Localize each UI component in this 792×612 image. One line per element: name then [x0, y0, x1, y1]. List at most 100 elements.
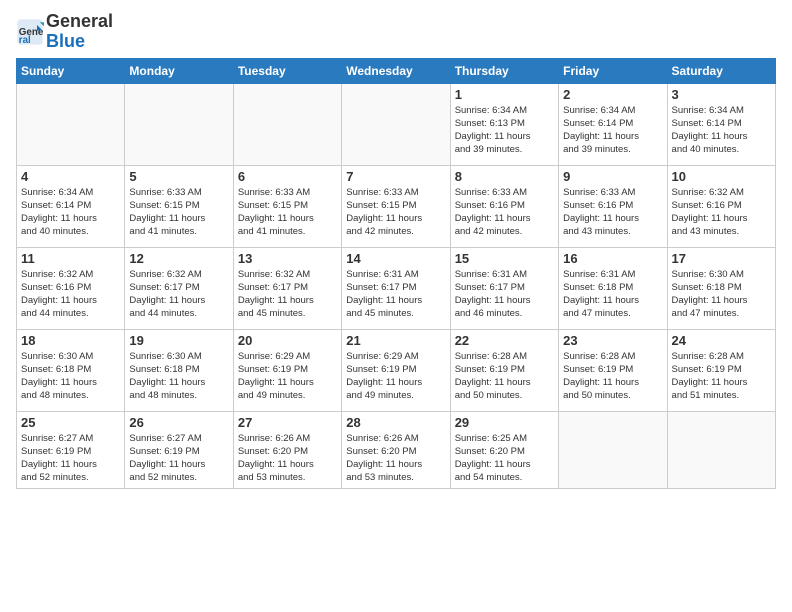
day-info: Sunrise: 6:27 AMSunset: 6:19 PMDaylight:… — [129, 432, 228, 485]
day-cell: 25 Sunrise: 6:27 AMSunset: 6:19 PMDayligh… — [17, 411, 125, 488]
day-cell: 13 Sunrise: 6:32 AMSunset: 6:17 PMDayligh… — [233, 247, 341, 329]
day-number: 2 — [563, 87, 662, 102]
day-info: Sunrise: 6:34 AMSunset: 6:13 PMDaylight:… — [455, 104, 554, 157]
day-info: Sunrise: 6:34 AMSunset: 6:14 PMDaylight:… — [21, 186, 120, 239]
day-cell: 10 Sunrise: 6:32 AMSunset: 6:16 PMDayligh… — [667, 165, 775, 247]
day-number: 18 — [21, 333, 120, 348]
day-number: 9 — [563, 169, 662, 184]
week-row-1: 1 Sunrise: 6:34 AMSunset: 6:13 PMDaylight… — [17, 83, 776, 165]
day-cell: 29 Sunrise: 6:25 AMSunset: 6:20 PMDayligh… — [450, 411, 558, 488]
day-number: 10 — [672, 169, 771, 184]
weekday-header-row: SundayMondayTuesdayWednesdayThursdayFrid… — [17, 58, 776, 83]
day-cell — [667, 411, 775, 488]
day-number: 22 — [455, 333, 554, 348]
day-number: 27 — [238, 415, 337, 430]
day-info: Sunrise: 6:33 AMSunset: 6:15 PMDaylight:… — [238, 186, 337, 239]
day-cell: 27 Sunrise: 6:26 AMSunset: 6:20 PMDayligh… — [233, 411, 341, 488]
week-row-5: 25 Sunrise: 6:27 AMSunset: 6:19 PMDayligh… — [17, 411, 776, 488]
day-cell — [559, 411, 667, 488]
day-cell: 4 Sunrise: 6:34 AMSunset: 6:14 PMDaylight… — [17, 165, 125, 247]
day-number: 12 — [129, 251, 228, 266]
day-number: 4 — [21, 169, 120, 184]
day-info: Sunrise: 6:28 AMSunset: 6:19 PMDaylight:… — [672, 350, 771, 403]
day-number: 21 — [346, 333, 445, 348]
day-cell: 9 Sunrise: 6:33 AMSunset: 6:16 PMDaylight… — [559, 165, 667, 247]
day-cell: 11 Sunrise: 6:32 AMSunset: 6:16 PMDayligh… — [17, 247, 125, 329]
day-cell: 5 Sunrise: 6:33 AMSunset: 6:15 PMDaylight… — [125, 165, 233, 247]
day-number: 29 — [455, 415, 554, 430]
day-info: Sunrise: 6:34 AMSunset: 6:14 PMDaylight:… — [563, 104, 662, 157]
logo-blue: Blue — [46, 31, 85, 51]
day-number: 8 — [455, 169, 554, 184]
day-cell: 14 Sunrise: 6:31 AMSunset: 6:17 PMDayligh… — [342, 247, 450, 329]
day-cell — [125, 83, 233, 165]
weekday-monday: Monday — [125, 58, 233, 83]
weekday-friday: Friday — [559, 58, 667, 83]
day-info: Sunrise: 6:32 AMSunset: 6:16 PMDaylight:… — [672, 186, 771, 239]
day-info: Sunrise: 6:26 AMSunset: 6:20 PMDaylight:… — [346, 432, 445, 485]
day-info: Sunrise: 6:34 AMSunset: 6:14 PMDaylight:… — [672, 104, 771, 157]
day-cell: 22 Sunrise: 6:28 AMSunset: 6:19 PMDayligh… — [450, 329, 558, 411]
weekday-wednesday: Wednesday — [342, 58, 450, 83]
day-number: 7 — [346, 169, 445, 184]
logo-text: General Blue — [46, 12, 113, 52]
day-cell: 20Sunrise: 6:29 AMSunset: 6:19 PMDayligh… — [233, 329, 341, 411]
day-number: 1 — [455, 87, 554, 102]
day-info: Sunrise: 6:33 AMSunset: 6:15 PMDaylight:… — [129, 186, 228, 239]
day-number: 3 — [672, 87, 771, 102]
day-info: Sunrise: 6:31 AMSunset: 6:17 PMDaylight:… — [455, 268, 554, 321]
day-cell — [17, 83, 125, 165]
day-info: Sunrise: 6:29 AMSunset: 6:19 PMDaylight:… — [346, 350, 445, 403]
weekday-sunday: Sunday — [17, 58, 125, 83]
day-number: 11 — [21, 251, 120, 266]
day-number: 13 — [238, 251, 337, 266]
day-number: 6 — [238, 169, 337, 184]
day-number: 16 — [563, 251, 662, 266]
day-info: Sunrise: 6:27 AMSunset: 6:19 PMDaylight:… — [21, 432, 120, 485]
week-row-4: 18 Sunrise: 6:30 AMSunset: 6:18 PMDayligh… — [17, 329, 776, 411]
day-info: Sunrise: 6:31 AMSunset: 6:17 PMDaylight:… — [346, 268, 445, 321]
day-number: 25 — [21, 415, 120, 430]
weekday-tuesday: Tuesday — [233, 58, 341, 83]
day-number: 20 — [238, 333, 337, 348]
weekday-saturday: Saturday — [667, 58, 775, 83]
day-cell: 26Sunrise: 6:27 AMSunset: 6:19 PMDayligh… — [125, 411, 233, 488]
calendar-table: SundayMondayTuesdayWednesdayThursdayFrid… — [16, 58, 776, 489]
day-cell: 7Sunrise: 6:33 AMSunset: 6:15 PMDaylight… — [342, 165, 450, 247]
day-info: Sunrise: 6:28 AMSunset: 6:19 PMDaylight:… — [455, 350, 554, 403]
day-cell: 16 Sunrise: 6:31 AMSunset: 6:18 PMDayligh… — [559, 247, 667, 329]
day-info: Sunrise: 6:33 AMSunset: 6:16 PMDaylight:… — [563, 186, 662, 239]
day-number: 14 — [346, 251, 445, 266]
logo-icon: Gene ral — [16, 18, 44, 46]
day-number: 15 — [455, 251, 554, 266]
day-info: Sunrise: 6:25 AMSunset: 6:20 PMDaylight:… — [455, 432, 554, 485]
week-row-2: 4 Sunrise: 6:34 AMSunset: 6:14 PMDaylight… — [17, 165, 776, 247]
day-info: Sunrise: 6:30 AMSunset: 6:18 PMDaylight:… — [672, 268, 771, 321]
week-row-3: 11 Sunrise: 6:32 AMSunset: 6:16 PMDayligh… — [17, 247, 776, 329]
day-number: 5 — [129, 169, 228, 184]
day-cell: 12 Sunrise: 6:32 AMSunset: 6:17 PMDayligh… — [125, 247, 233, 329]
day-cell: 17 Sunrise: 6:30 AMSunset: 6:18 PMDayligh… — [667, 247, 775, 329]
day-info: Sunrise: 6:30 AMSunset: 6:18 PMDaylight:… — [129, 350, 228, 403]
day-info: Sunrise: 6:32 AMSunset: 6:17 PMDaylight:… — [129, 268, 228, 321]
day-cell: 3 Sunrise: 6:34 AMSunset: 6:14 PMDaylight… — [667, 83, 775, 165]
day-cell: 24Sunrise: 6:28 AMSunset: 6:19 PMDayligh… — [667, 329, 775, 411]
day-cell — [233, 83, 341, 165]
weekday-thursday: Thursday — [450, 58, 558, 83]
header: Gene ral General Blue — [16, 12, 776, 52]
day-cell: 28Sunrise: 6:26 AMSunset: 6:20 PMDayligh… — [342, 411, 450, 488]
day-cell: 15 Sunrise: 6:31 AMSunset: 6:17 PMDayligh… — [450, 247, 558, 329]
day-info: Sunrise: 6:26 AMSunset: 6:20 PMDaylight:… — [238, 432, 337, 485]
day-cell: 19 Sunrise: 6:30 AMSunset: 6:18 PMDayligh… — [125, 329, 233, 411]
day-cell: 18Sunrise: 6:30 AMSunset: 6:18 PMDayligh… — [17, 329, 125, 411]
day-number: 19 — [129, 333, 228, 348]
day-number: 17 — [672, 251, 771, 266]
day-info: Sunrise: 6:32 AMSunset: 6:17 PMDaylight:… — [238, 268, 337, 321]
logo-general: General — [46, 11, 113, 31]
day-info: Sunrise: 6:33 AMSunset: 6:16 PMDaylight:… — [455, 186, 554, 239]
day-cell: 1 Sunrise: 6:34 AMSunset: 6:13 PMDaylight… — [450, 83, 558, 165]
day-info: Sunrise: 6:32 AMSunset: 6:16 PMDaylight:… — [21, 268, 120, 321]
logo: Gene ral General Blue — [16, 12, 113, 52]
page: Gene ral General Blue SundayMondayTuesda… — [0, 0, 792, 612]
day-info: Sunrise: 6:31 AMSunset: 6:18 PMDaylight:… — [563, 268, 662, 321]
